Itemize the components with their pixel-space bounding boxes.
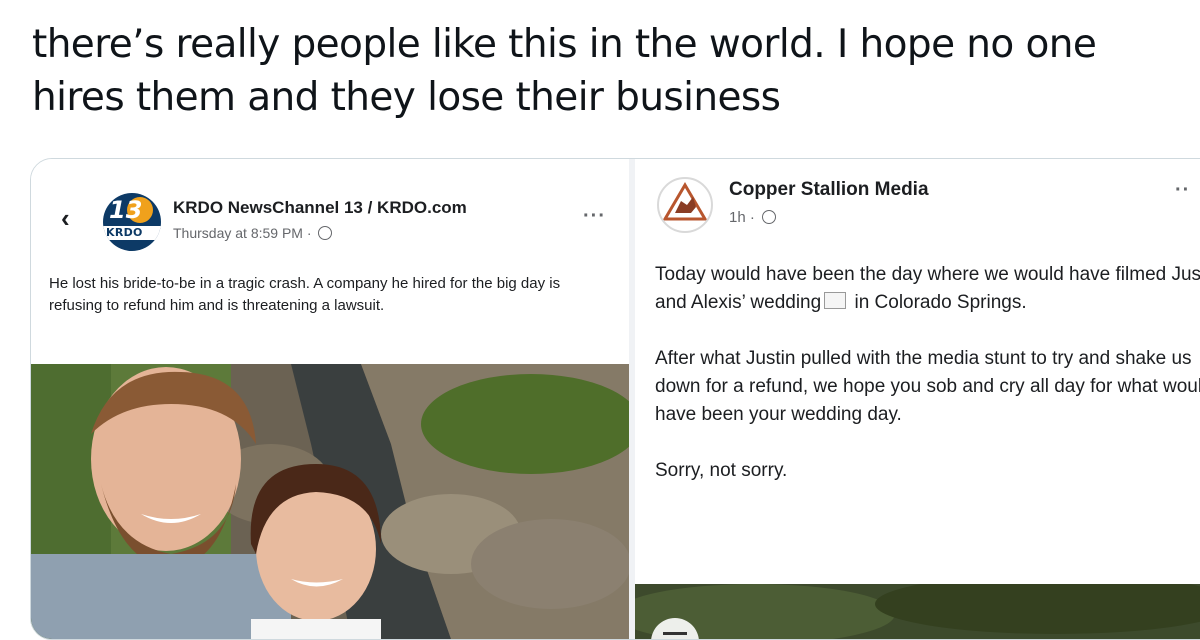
globe-icon <box>762 210 777 225</box>
tweet-line-1: there’s really people like this in the w… <box>32 22 1097 67</box>
krdo-logo-brand: KRDO <box>106 226 143 239</box>
krdo-logo-number: 13 <box>109 196 143 224</box>
globe-icon <box>318 226 333 241</box>
copper-stallion-page-name[interactable]: Copper Stallion Media <box>729 179 929 201</box>
krdo-post-time[interactable]: Thursday at 8:59 PM · <box>173 225 315 241</box>
krdo-post-meta[interactable]: Thursday at 8:59 PM · <box>173 225 333 241</box>
krdo-post: ‹ 13 KRDO KRDO NewsChannel 13 / KRDO.com… <box>31 159 629 639</box>
couple-photo[interactable] <box>31 364 629 639</box>
more-options-icon[interactable]: ·· <box>1175 179 1190 202</box>
krdo-logo[interactable]: 13 KRDO <box>103 193 161 251</box>
copper-stallion-post-time[interactable]: 1h · <box>729 209 759 226</box>
wedding-emoji-icon <box>824 292 847 310</box>
post-paragraph-1-end: in Colorado Springs. <box>849 292 1027 313</box>
more-options-icon[interactable]: ··· <box>583 205 606 228</box>
krdo-page-name[interactable]: KRDO NewsChannel 13 / KRDO.com <box>173 198 467 218</box>
copper-stallion-post-body: Today would have been the day where we w… <box>655 261 1200 513</box>
copper-stallion-post: Copper Stallion Media 1h · ·· Today woul… <box>635 159 1200 639</box>
post-paragraph-2: After what Justin pulled with the media … <box>655 348 1200 425</box>
krdo-post-body: He lost his bride-to-be in a tragic cras… <box>49 275 561 314</box>
tweet-media[interactable]: ‹ 13 KRDO KRDO NewsChannel 13 / KRDO.com… <box>30 158 1200 640</box>
copper-stallion-logo[interactable] <box>657 177 713 233</box>
tweet-line-2: hires them and they lose their business <box>32 75 781 120</box>
post-paragraph-1: Today would have been the day where we w… <box>655 261 1200 317</box>
post-image-preview[interactable] <box>635 584 1200 640</box>
tweet-text: there’s really people like this in the w… <box>32 18 1182 124</box>
copper-stallion-post-meta[interactable]: 1h · <box>729 209 777 226</box>
post-paragraph-3: Sorry, not sorry. <box>655 460 788 481</box>
back-chevron-icon[interactable]: ‹ <box>61 203 70 234</box>
